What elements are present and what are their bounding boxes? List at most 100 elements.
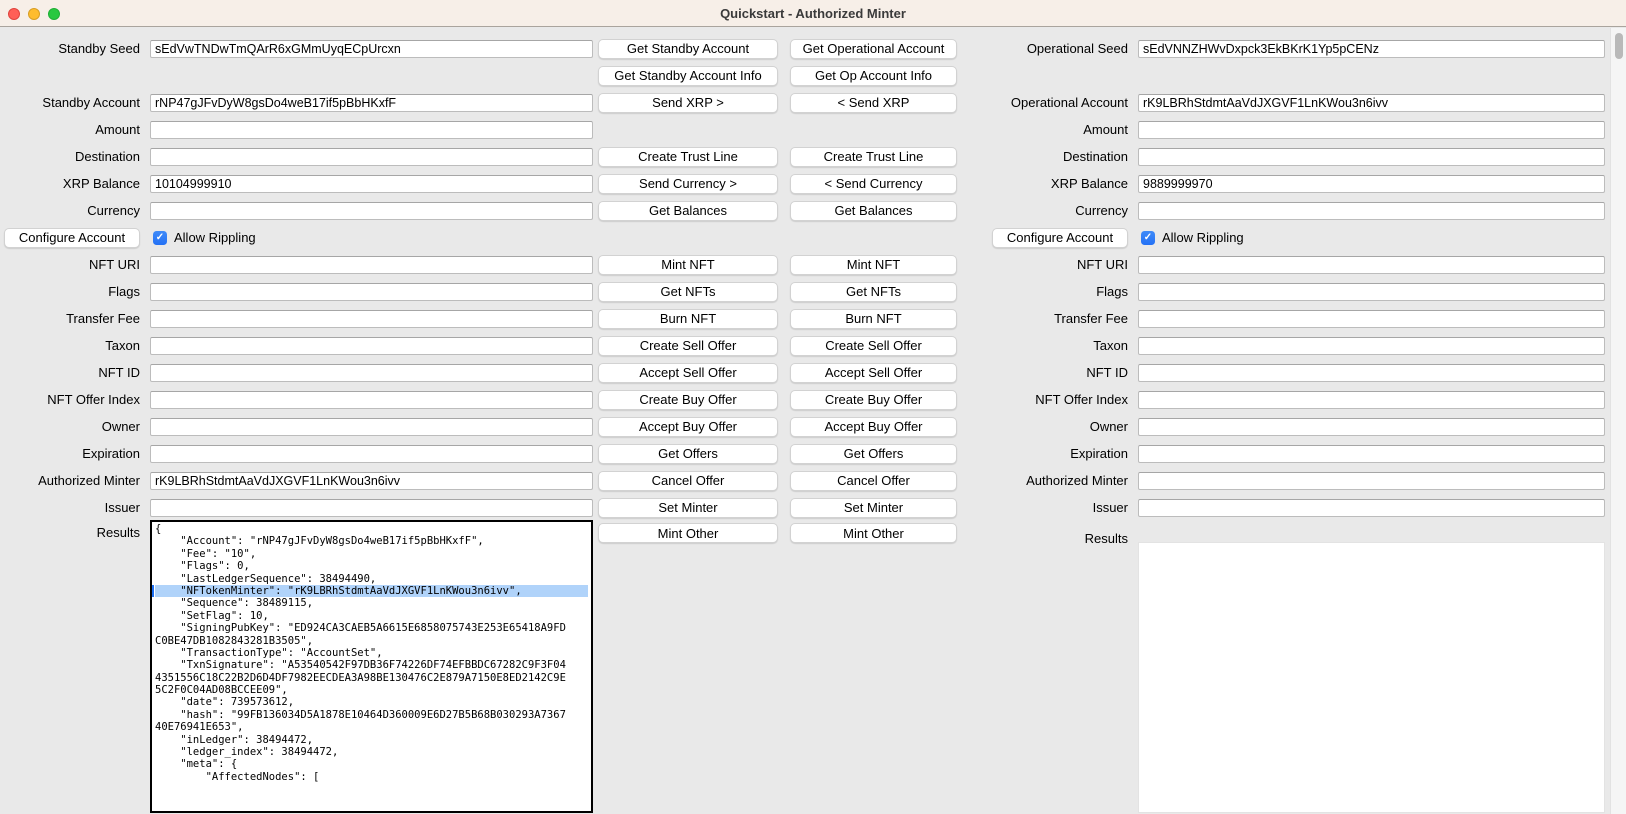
- operational-destination-input[interactable]: [1138, 148, 1605, 166]
- minimize-button-icon[interactable]: [28, 8, 40, 20]
- operational-operational-account-input[interactable]: [1138, 94, 1605, 112]
- get-offers-operational-button[interactable]: Get Offers: [790, 444, 957, 464]
- nft-uri-operational-label: NFT URI: [1077, 257, 1128, 272]
- operational-account-operational-label: Operational Account: [1011, 95, 1128, 110]
- standby-nft-uri-input[interactable]: [150, 256, 593, 274]
- standby-standby-seed-input[interactable]: [150, 40, 593, 58]
- traffic-lights: [8, 8, 60, 20]
- operational-nft-id-input[interactable]: [1138, 364, 1605, 382]
- send-currency-standby-button[interactable]: Send Currency >: [598, 174, 778, 194]
- mint-other-operational-button[interactable]: Mint Other: [790, 523, 957, 543]
- operational-xrp-balance-input[interactable]: [1138, 175, 1605, 193]
- get-balances-operational-button[interactable]: Get Balances: [790, 201, 957, 221]
- operational-results-textarea[interactable]: [1138, 542, 1605, 813]
- cancel-offer-operational-button[interactable]: Cancel Offer: [790, 471, 957, 491]
- standby-nft-id-input[interactable]: [150, 364, 593, 382]
- mint-nft-operational-button[interactable]: Mint NFT: [790, 255, 957, 275]
- allow-rippling-operational-label: Allow Rippling: [1162, 230, 1244, 245]
- flags-standby-label: Flags: [108, 284, 140, 299]
- standby-xrp-balance-input[interactable]: [150, 175, 593, 193]
- standby-issuer-input[interactable]: [150, 499, 593, 517]
- results-selected-line: "NFTokenMinter": "rK9LBRhStdmtAaVdJXGVF1…: [155, 585, 588, 597]
- vertical-scrollbar[interactable]: [1610, 28, 1626, 814]
- get-nfts-standby-button[interactable]: Get NFTs: [598, 282, 778, 302]
- send-xrp-operational-button[interactable]: < Send XRP: [790, 93, 957, 113]
- get-standby-account-info-standby-button[interactable]: Get Standby Account Info: [598, 66, 778, 86]
- operational-amount-input[interactable]: [1138, 121, 1605, 139]
- owner-standby-label: Owner: [102, 419, 140, 434]
- get-nfts-operational-button[interactable]: Get NFTs: [790, 282, 957, 302]
- accept-buy-offer-standby-button[interactable]: Accept Buy Offer: [598, 417, 778, 437]
- destination-operational-label: Destination: [1063, 149, 1128, 164]
- create-trust-line-operational-button[interactable]: Create Trust Line: [790, 147, 957, 167]
- configure-account-standby-button[interactable]: Configure Account: [4, 228, 140, 248]
- configure-account-operational-button[interactable]: Configure Account: [992, 228, 1128, 248]
- window-title: Quickstart - Authorized Minter: [720, 6, 906, 21]
- standby-taxon-input[interactable]: [150, 337, 593, 355]
- send-currency-operational-button[interactable]: < Send Currency: [790, 174, 957, 194]
- results-line: "inLedger": 38494472,: [155, 734, 588, 746]
- get-balances-standby-button[interactable]: Get Balances: [598, 201, 778, 221]
- set-minter-operational-button[interactable]: Set Minter: [790, 498, 957, 518]
- results-line: "AffectedNodes": [: [155, 771, 588, 783]
- issuer-operational-label: Issuer: [1093, 500, 1128, 515]
- allow-rippling-standby-checkbox[interactable]: [153, 231, 167, 245]
- xrp-balance-standby-label: XRP Balance: [63, 176, 140, 191]
- standby-transfer-fee-input[interactable]: [150, 310, 593, 328]
- burn-nft-standby-button[interactable]: Burn NFT: [598, 309, 778, 329]
- close-button-icon[interactable]: [8, 8, 20, 20]
- titlebar: Quickstart - Authorized Minter: [0, 0, 1626, 27]
- allow-rippling-operational-checkbox[interactable]: [1141, 231, 1155, 245]
- standby-expiration-input[interactable]: [150, 445, 593, 463]
- mint-nft-standby-button[interactable]: Mint NFT: [598, 255, 778, 275]
- create-buy-offer-standby-button[interactable]: Create Buy Offer: [598, 390, 778, 410]
- operational-owner-input[interactable]: [1138, 418, 1605, 436]
- mint-other-standby-button[interactable]: Mint Other: [598, 523, 778, 543]
- results-line: "date": 739573612,: [155, 696, 588, 708]
- create-sell-offer-standby-button[interactable]: Create Sell Offer: [598, 336, 778, 356]
- standby-nft-offer-index-input[interactable]: [150, 391, 593, 409]
- operational-nft-offer-index-input[interactable]: [1138, 391, 1605, 409]
- standby-authorized-minter-input[interactable]: [150, 472, 593, 490]
- get-offers-standby-button[interactable]: Get Offers: [598, 444, 778, 464]
- results-line: {: [155, 523, 588, 535]
- operational-seed-operational-label: Operational Seed: [1027, 41, 1128, 56]
- accept-sell-offer-operational-button[interactable]: Accept Sell Offer: [790, 363, 957, 383]
- standby-results-textarea[interactable]: { "Account": "rNP47gJFvDyW8gsDo4weB17if5…: [150, 520, 593, 813]
- scrollbar-thumb[interactable]: [1615, 33, 1623, 59]
- operational-authorized-minter-input[interactable]: [1138, 472, 1605, 490]
- zoom-button-icon[interactable]: [48, 8, 60, 20]
- get-operational-account-operational-button[interactable]: Get Operational Account: [790, 39, 957, 59]
- create-trust-line-standby-button[interactable]: Create Trust Line: [598, 147, 778, 167]
- results-line: "meta": {: [155, 758, 588, 770]
- standby-owner-input[interactable]: [150, 418, 593, 436]
- operational-flags-input[interactable]: [1138, 283, 1605, 301]
- operational-taxon-input[interactable]: [1138, 337, 1605, 355]
- standby-currency-input[interactable]: [150, 202, 593, 220]
- results-line: 5C2F0C04AD08BCCEE09",: [155, 684, 588, 696]
- cancel-offer-standby-button[interactable]: Cancel Offer: [598, 471, 778, 491]
- operational-currency-input[interactable]: [1138, 202, 1605, 220]
- nft-uri-standby-label: NFT URI: [89, 257, 140, 272]
- operational-expiration-input[interactable]: [1138, 445, 1605, 463]
- accept-buy-offer-operational-button[interactable]: Accept Buy Offer: [790, 417, 957, 437]
- burn-nft-operational-button[interactable]: Burn NFT: [790, 309, 957, 329]
- operational-operational-seed-input[interactable]: [1138, 40, 1605, 58]
- set-minter-standby-button[interactable]: Set Minter: [598, 498, 778, 518]
- accept-sell-offer-standby-button[interactable]: Accept Sell Offer: [598, 363, 778, 383]
- issuer-standby-label: Issuer: [105, 500, 140, 515]
- standby-standby-account-input[interactable]: [150, 94, 593, 112]
- get-standby-account-standby-button[interactable]: Get Standby Account: [598, 39, 778, 59]
- operational-transfer-fee-input[interactable]: [1138, 310, 1605, 328]
- create-sell-offer-operational-button[interactable]: Create Sell Offer: [790, 336, 957, 356]
- transfer-fee-standby-label: Transfer Fee: [66, 311, 140, 326]
- standby-destination-input[interactable]: [150, 148, 593, 166]
- amount-standby-label: Amount: [95, 122, 140, 137]
- operational-nft-uri-input[interactable]: [1138, 256, 1605, 274]
- operational-issuer-input[interactable]: [1138, 499, 1605, 517]
- standby-flags-input[interactable]: [150, 283, 593, 301]
- standby-amount-input[interactable]: [150, 121, 593, 139]
- get-op-account-info-operational-button[interactable]: Get Op Account Info: [790, 66, 957, 86]
- create-buy-offer-operational-button[interactable]: Create Buy Offer: [790, 390, 957, 410]
- send-xrp-standby-button[interactable]: Send XRP >: [598, 93, 778, 113]
